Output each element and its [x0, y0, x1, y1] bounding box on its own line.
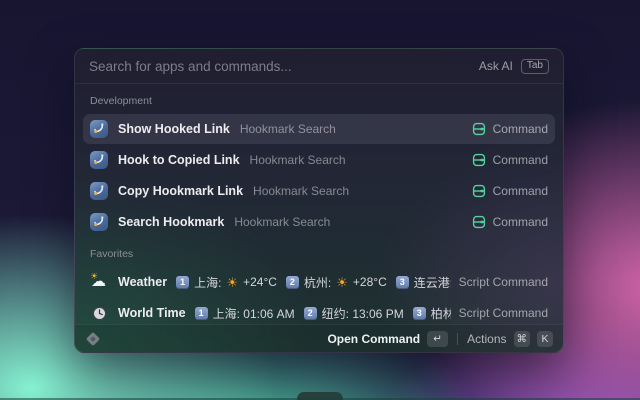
weather-segment: 2 杭州: ☀ +28°C	[285, 274, 387, 291]
list-item-show-hooked-link[interactable]: Show Hooked Link Hookmark Search Command	[83, 114, 555, 144]
section-header-development: Development	[90, 95, 152, 107]
item-type-label: Script Command	[458, 306, 548, 320]
item-main: ☀ ☁ Weather 1 上海: ☀ +24°C 2 杭州: ☀ +28°C	[90, 273, 451, 291]
item-type-label: Command	[492, 153, 548, 167]
item-title: World Time	[118, 306, 186, 320]
search-bar: Ask AI Tab	[75, 49, 563, 84]
enter-key-icon: ↵	[427, 330, 449, 347]
numkey-1-icon: 1	[176, 275, 190, 289]
numkey-2-icon: 2	[285, 275, 299, 289]
item-subtitle: Hookmark Search	[239, 122, 336, 136]
item-subtitle: Hookmark Search	[249, 153, 346, 167]
hookmark-app-icon	[90, 182, 108, 200]
hookmark-app-icon	[90, 151, 108, 169]
worldtime-text: 上海: 01:06 AM	[212, 306, 295, 321]
hookmark-app-icon	[90, 120, 108, 138]
launcher-window: Ask AI Tab Development Show Hooked Link …	[74, 48, 564, 353]
search-input[interactable]	[89, 58, 471, 74]
item-type-label: Command	[492, 122, 548, 136]
cmd-key-icon: ⌘	[513, 330, 530, 347]
weather-temp: +28°C	[352, 275, 387, 289]
sun-icon: ☀	[226, 274, 239, 290]
numkey-3-icon: 3	[412, 306, 426, 320]
weather-city: 上海:	[194, 275, 222, 290]
item-main: Copy Hookmark Link Hookmark Search	[90, 182, 464, 200]
item-main: Show Hooked Link Hookmark Search	[90, 120, 464, 138]
tab-key-badge: Tab	[520, 58, 549, 74]
command-type-icon	[472, 122, 486, 136]
worldtime-text: 柏林: 19:06 PM	[430, 306, 451, 321]
worldtime-segment: 3 柏林: 19:06 PM	[412, 305, 451, 322]
list-item-copy-hookmark-link[interactable]: Copy Hookmark Link Hookmark Search Comma…	[83, 176, 555, 206]
ask-ai-label[interactable]: Ask AI	[479, 59, 513, 73]
item-title: Show Hooked Link	[118, 122, 230, 136]
raycast-logo-icon	[85, 331, 101, 346]
worldtime-segment: 2 纽约: 13:06 PM	[303, 305, 404, 322]
item-accessory: Script Command	[459, 275, 548, 289]
weather-segment: 3 连云港: ☁ +20°C	[395, 274, 451, 291]
item-accessory: Command	[472, 184, 548, 198]
results-list: Development Show Hooked Link Hookmark Se…	[75, 84, 563, 328]
item-accessory: Script Command	[459, 306, 548, 320]
hookmark-app-icon	[90, 213, 108, 231]
list-item-search-hookmark[interactable]: Search Hookmark Hookmark Search Command	[83, 207, 555, 237]
section-header-favorites: Favorites	[90, 248, 134, 260]
footer-divider	[457, 332, 459, 345]
item-main: World Time 1 上海: 01:06 AM 2 纽约: 13:06 PM…	[90, 304, 451, 322]
worldtime-segment: 1 上海: 01:06 AM	[194, 305, 295, 322]
item-main: Hook to Copied Link Hookmark Search	[90, 151, 464, 169]
weather-temp: +24°C	[243, 275, 277, 289]
weather-city: 杭州:	[303, 275, 332, 290]
open-command-button[interactable]: Open Command	[327, 332, 420, 346]
item-title: Copy Hookmark Link	[118, 184, 244, 198]
action-bar: Open Command ↵ Actions ⌘ K	[75, 324, 563, 352]
cloud-icon: ☁	[91, 273, 106, 290]
weather-segment: 1 上海: ☀ +24°C	[176, 274, 277, 291]
list-item-weather[interactable]: ☀ ☁ Weather 1 上海: ☀ +24°C 2 杭州: ☀ +28°C	[83, 267, 555, 297]
action-bar-right: Open Command ↵ Actions ⌘ K	[327, 330, 553, 347]
command-type-icon	[472, 215, 486, 229]
item-accessory: Command	[472, 215, 548, 229]
item-type-label: Command	[492, 215, 548, 229]
numkey-2-icon: 2	[303, 306, 317, 320]
item-subtitle: Hookmark Search	[234, 215, 331, 229]
item-type-label: Script Command	[458, 275, 548, 289]
list-item-hook-to-copied-link[interactable]: Hook to Copied Link Hookmark Search Comm…	[83, 145, 555, 175]
item-accessory: Command	[472, 153, 548, 167]
numkey-1-icon: 1	[194, 306, 208, 320]
item-title: Weather	[118, 275, 168, 289]
item-accessory: Command	[472, 122, 548, 136]
numkey-3-icon: 3	[395, 275, 409, 289]
item-title: Hook to Copied Link	[118, 153, 240, 167]
worldtime-text: 纽约: 13:06 PM	[321, 306, 404, 321]
command-type-icon	[472, 153, 486, 167]
item-type-label: Command	[492, 184, 548, 198]
weather-cloud-sun-icon: ☀ ☁	[90, 273, 108, 291]
sun-icon: ☀	[336, 274, 348, 290]
item-subtitle: Hookmark Search	[253, 184, 350, 198]
item-main: Search Hookmark Hookmark Search	[90, 213, 464, 231]
actions-button[interactable]: Actions	[467, 332, 506, 346]
item-title: Search Hookmark	[118, 215, 225, 229]
command-type-icon	[472, 184, 486, 198]
k-key-icon: K	[537, 330, 553, 347]
weather-city: 连云港:	[413, 275, 451, 290]
clock-icon	[90, 304, 108, 322]
